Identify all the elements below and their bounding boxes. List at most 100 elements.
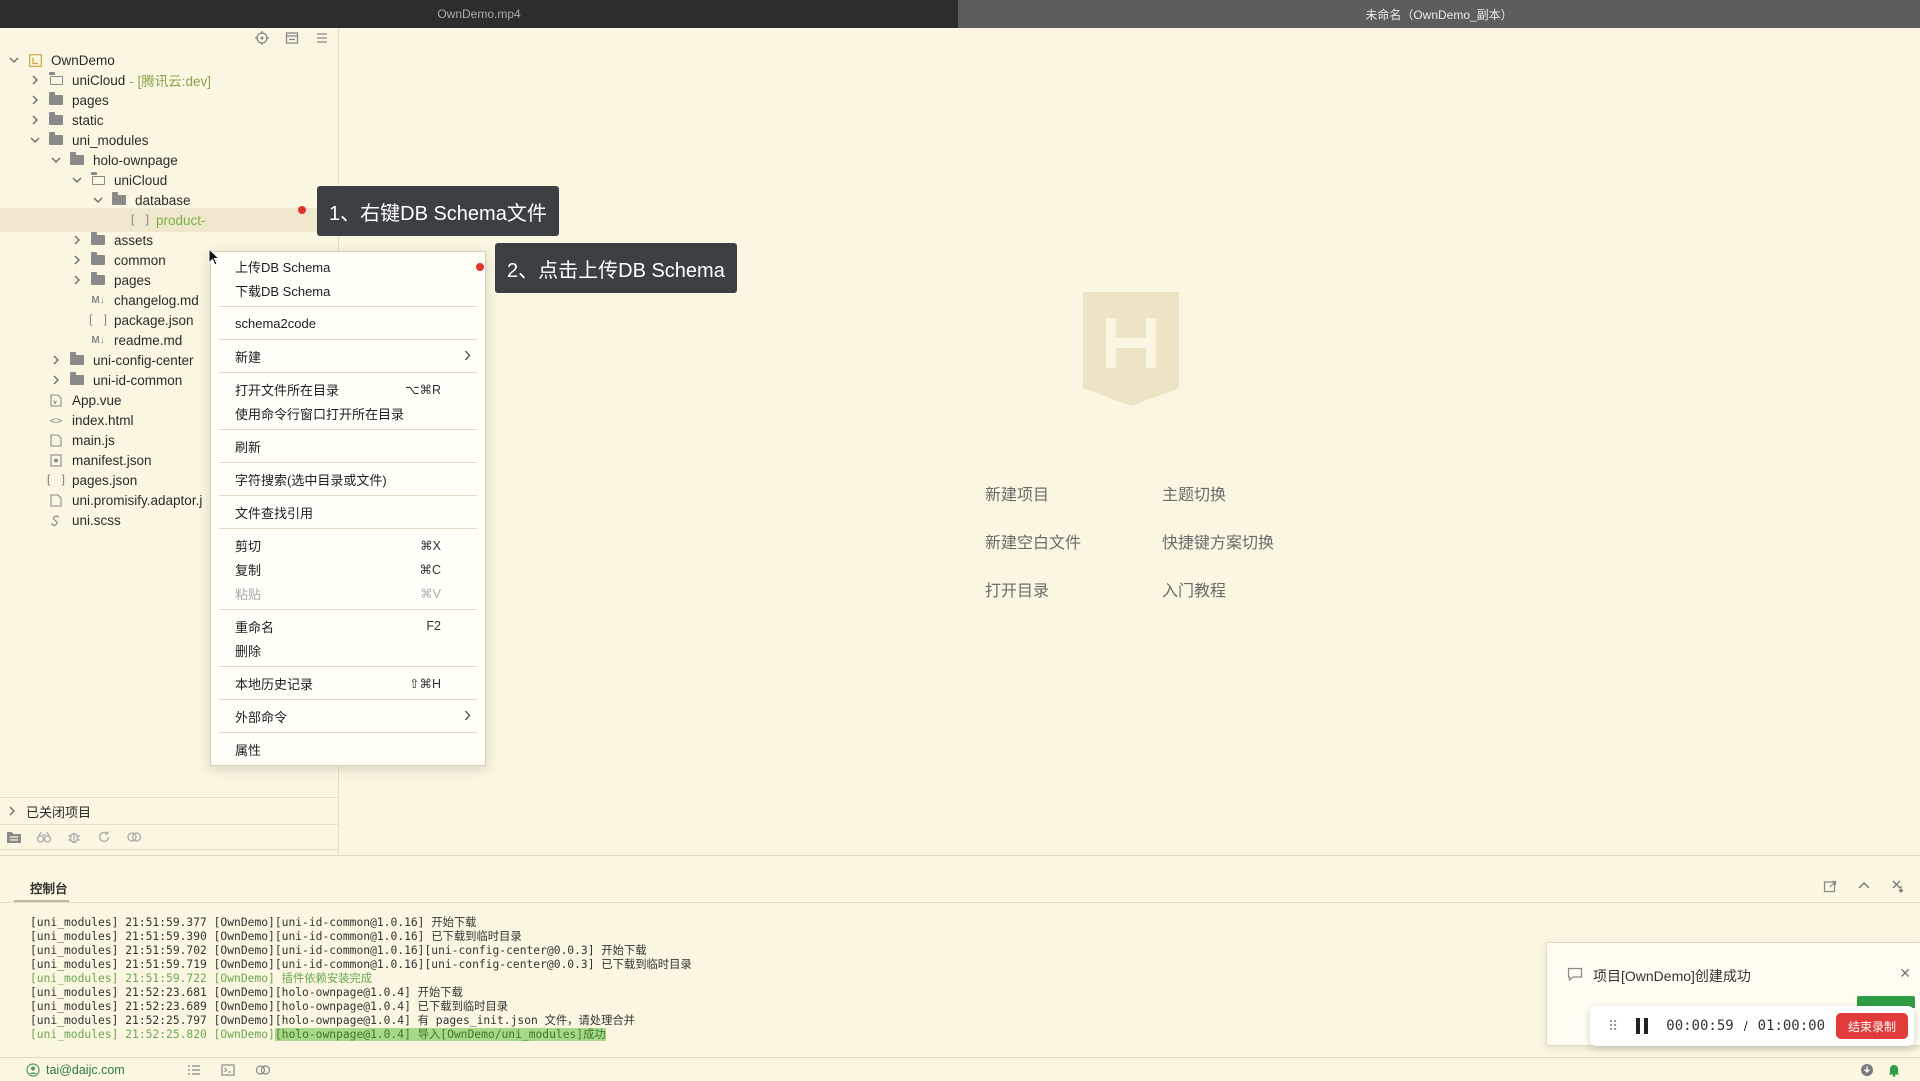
tree-node-label: package.json [114, 312, 194, 328]
menu-item-label: schema2code [235, 315, 316, 331]
menu-item-open-in-terminal[interactable]: 使用命令行窗口打开所在目录 [235, 403, 471, 423]
closed-projects-section[interactable]: 已关闭项目 [0, 797, 338, 825]
theme-switch-link[interactable]: 主题切换 [1162, 481, 1226, 505]
drag-handle-icon[interactable]: ⠿ [1608, 1018, 1618, 1035]
tree-node-label: pages [114, 272, 151, 288]
open-directory-link[interactable]: 打开目录 [985, 577, 1049, 601]
menu-item-search-text[interactable]: 字符搜索(选中目录或文件) [235, 469, 471, 489]
submenu-arrow-icon [464, 708, 471, 724]
tree-node-label: uni-id-common [93, 372, 183, 388]
tab-title: 未命名（OwnDemo_副本） [1365, 7, 1513, 22]
json-icon: [ ] [87, 313, 109, 327]
console-tab[interactable]: 控制台 [30, 878, 68, 897]
collapse-icon[interactable] [284, 30, 300, 46]
chevron-right-icon[interactable] [29, 94, 41, 106]
menu-item-download-db-schema[interactable]: 下载DB Schema [235, 280, 471, 300]
bug-icon[interactable] [66, 829, 82, 845]
tree-node-label: uni.scss [72, 512, 121, 528]
menu-item-properties[interactable]: 属性 [235, 739, 471, 759]
tree-node-label: manifest.json [72, 452, 152, 468]
plugin-status-icon[interactable] [255, 1064, 271, 1076]
menu-item-new[interactable]: 新建 [235, 346, 471, 366]
export-icon[interactable] [1822, 878, 1838, 894]
explorer-bottom-bar [0, 824, 338, 850]
folder-icon [91, 232, 105, 247]
chevron-down-icon[interactable] [71, 174, 83, 186]
menu-item-label: 打开文件所在目录 [235, 382, 340, 398]
tab-untitled-copy[interactable]: 未命名（OwnDemo_副本） [958, 0, 1920, 28]
menu-item-shortcut: ⌘C [419, 562, 441, 577]
menu-separator [219, 732, 477, 733]
keymap-switch-link[interactable]: 快捷键方案切换 [1162, 529, 1274, 553]
tree-node-label: pages.json [72, 472, 138, 488]
menu-item-local-history[interactable]: 本地历史记录 ⇧⌘H [235, 673, 471, 693]
chevron-down-icon[interactable] [92, 194, 104, 206]
chevron-down-icon[interactable] [29, 134, 41, 146]
console-divider [0, 902, 1920, 903]
tutorial-link[interactable]: 入门教程 [1162, 577, 1226, 601]
close-icon[interactable]: ✕ [1899, 965, 1911, 982]
chevron-up-icon[interactable] [1856, 878, 1872, 894]
js-file-icon [49, 433, 63, 447]
html-file-icon: <> [49, 413, 63, 427]
user-account[interactable]: tai@daijc.com [46, 1063, 125, 1077]
refresh-icon[interactable] [96, 829, 112, 845]
stop-recording-button[interactable]: 结束录制 [1835, 1013, 1908, 1039]
json-icon: [ ] [45, 473, 67, 487]
menu-item-refresh[interactable]: 刷新 [235, 436, 471, 456]
folder-icon [91, 252, 105, 267]
folder-icon [112, 192, 126, 207]
menu-item-label: 粘贴 [235, 586, 262, 602]
callout-step-2: 2、点击上传DB Schema [495, 243, 737, 293]
tree-node-label: uniCloud [114, 172, 168, 188]
chevron-down-icon[interactable] [50, 154, 62, 166]
chevron-right-icon[interactable] [50, 354, 62, 366]
bell-icon[interactable] [1888, 1063, 1900, 1077]
menu-item-shortcut: ⌘X [420, 538, 441, 553]
new-project-link[interactable]: 新建项目 [985, 481, 1049, 505]
terminal-icon[interactable] [221, 1063, 235, 1076]
manifest-icon [49, 453, 63, 467]
chevron-right-icon[interactable] [71, 234, 83, 246]
binoculars-icon[interactable] [36, 829, 52, 845]
menu-item-upload-db-schema[interactable]: 上传DB Schema [235, 256, 471, 276]
download-icon[interactable] [1860, 1063, 1874, 1077]
chevron-right-icon[interactable] [71, 254, 83, 266]
chevron-right-icon[interactable] [29, 114, 41, 126]
tree-node-label: uniCloud [72, 72, 126, 88]
menu-item-find-references[interactable]: 文件查找引用 [235, 502, 471, 522]
tab-owndemo-mp4[interactable]: OwnDemo.mp4 [0, 0, 958, 28]
menu-item-schema2code[interactable]: schema2code [235, 313, 471, 333]
menu-item-copy[interactable]: 复制 ⌘C [235, 559, 471, 579]
menu-item-open-containing-folder[interactable]: 打开文件所在目录 ⌥⌘R [235, 379, 471, 399]
notification-message: 项目[OwnDemo]创建成功 [1593, 968, 1751, 984]
chevron-right-icon[interactable] [29, 74, 41, 86]
chevron-right-icon[interactable] [50, 374, 62, 386]
chevron-down-icon[interactable] [8, 54, 20, 66]
console-line: [uni_modules] 21:51:59.702 [OwnDemo][uni… [30, 944, 647, 957]
menu-item-shortcut: ⌥⌘R [405, 382, 441, 397]
new-blank-file-link[interactable]: 新建空白文件 [985, 529, 1081, 553]
locate-icon[interactable] [254, 30, 270, 46]
menu-separator [219, 339, 477, 340]
console-line: [uni_modules] 21:51:59.722 [OwnDemo] 插件依… [30, 972, 373, 985]
menu-item-label: 字符搜索(选中目录或文件) [235, 472, 387, 488]
chevron-right-icon [6, 805, 18, 817]
menu-item-external-commands[interactable]: 外部命令 [235, 706, 471, 726]
menu-item-rename[interactable]: 重命名 F2 [235, 616, 471, 636]
list-icon[interactable] [187, 1064, 201, 1076]
plugin-icon[interactable] [126, 829, 142, 845]
explorer-icon[interactable] [6, 829, 22, 845]
close-panel-icon[interactable] [1890, 878, 1906, 894]
menu-separator [219, 372, 477, 373]
menu-icon[interactable] [314, 30, 330, 46]
menu-item-cut[interactable]: 剪切 ⌘X [235, 535, 471, 555]
chevron-right-icon[interactable] [71, 274, 83, 286]
pause-icon[interactable] [1636, 1018, 1649, 1034]
tree-node-label: uni.promisify.adaptor.j [72, 492, 203, 508]
menu-item-label: 重命名 [235, 619, 275, 635]
menu-item-delete[interactable]: 删除 [235, 640, 471, 660]
